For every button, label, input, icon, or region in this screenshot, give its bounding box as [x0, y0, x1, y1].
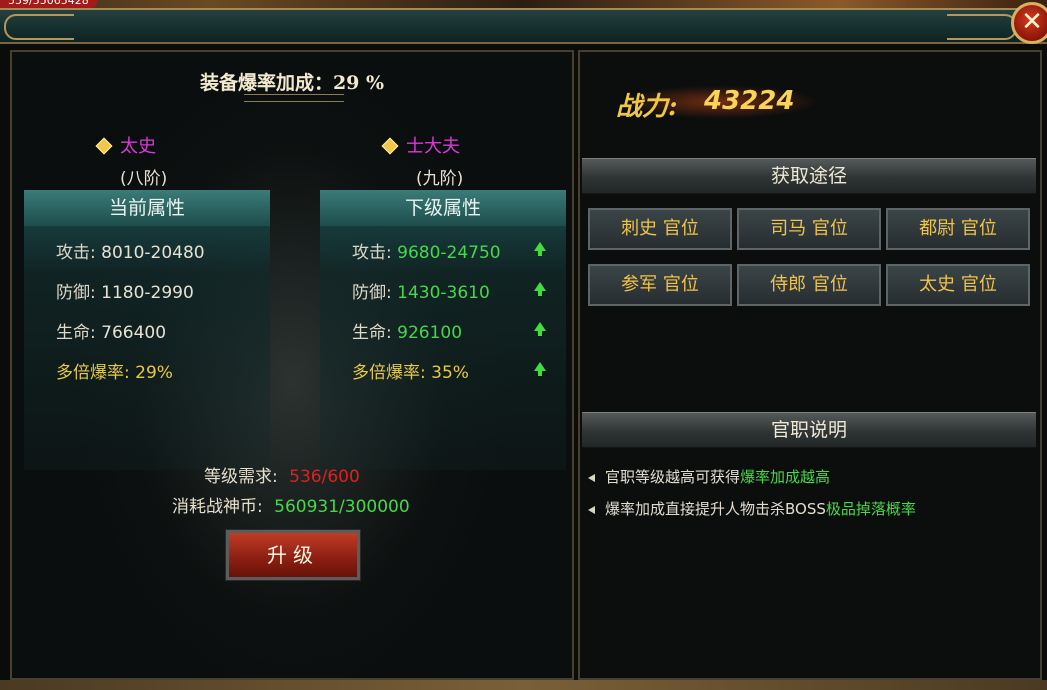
- title-ornament: [244, 94, 344, 102]
- rank-diamond-icon: [381, 137, 399, 155]
- attr-drop-rate: 多倍爆率: 35%: [352, 363, 469, 383]
- top-frame: 559/55065428: [0, 0, 1047, 8]
- source-button-cishi[interactable]: 刺史 官位: [588, 208, 732, 250]
- attr-defense: 防御: 1430-3610: [352, 283, 490, 303]
- source-button-sima[interactable]: 司马 官位: [737, 208, 881, 250]
- combat-power-label: 战力:: [616, 92, 678, 122]
- bullet-arrow-icon: [588, 473, 595, 482]
- next-rank-name: 士大夫: [381, 132, 460, 158]
- note-item: 官职等级越高可获得爆率加成越高: [588, 466, 830, 487]
- combat-power: 战力: 43224: [610, 80, 840, 124]
- attr-drop-rate: 多倍爆率: 29%: [56, 363, 173, 383]
- description-header: 官职说明: [582, 412, 1036, 448]
- next-rank-tier: (九阶): [416, 169, 464, 189]
- corner-ornament-right: [947, 14, 1017, 40]
- source-button-shilang[interactable]: 侍郎 官位: [737, 264, 881, 306]
- close-button[interactable]: ✕: [1011, 2, 1047, 44]
- upgrade-button[interactable]: 升级: [225, 529, 361, 581]
- attr-attack: 攻击: 8010-20480: [56, 243, 205, 263]
- source-button-canjun[interactable]: 参军 官位: [588, 264, 732, 306]
- current-rank-tier: (八阶): [120, 169, 168, 189]
- attr-hp: 生命: 926100: [352, 323, 463, 343]
- rank-panel: 装备爆率加成：29 % 太史 (八阶) 士大夫 (九阶) 当前属性 攻击: 80…: [10, 50, 574, 680]
- source-button-duwei[interactable]: 都尉 官位: [886, 208, 1030, 250]
- corner-ornament-left: [4, 14, 74, 40]
- source-button-taishi[interactable]: 太史 官位: [886, 264, 1030, 306]
- bottom-frame: [0, 680, 1047, 690]
- attr-attack: 攻击: 9680-24750: [352, 243, 501, 263]
- current-attributes-header: 当前属性: [24, 190, 270, 226]
- title-bar: ✕: [0, 2, 1047, 44]
- current-attributes: 当前属性 攻击: 8010-20480 防御: 1180-2990 生命: 76…: [24, 190, 270, 470]
- next-attributes: 下级属性 攻击: 9680-24750 防御: 1430-3610 生命: 92…: [320, 190, 566, 470]
- increase-arrow-icon: [534, 282, 546, 296]
- level-requirement: 等级需求: 536/600: [204, 467, 360, 487]
- note-item: 爆率加成直接提升人物击杀BOSS极品掉落概率: [588, 498, 916, 519]
- next-attributes-header: 下级属性: [320, 190, 566, 226]
- attr-defense: 防御: 1180-2990: [56, 283, 194, 303]
- combat-power-value: 43224: [704, 86, 795, 116]
- increase-arrow-icon: [534, 242, 546, 256]
- bonus-title: 装备爆率加成：29 %: [199, 72, 385, 94]
- coin-cost: 消耗战神币: 560931/300000: [172, 497, 410, 517]
- info-panel: 战力: 43224 获取途径 刺史 官位 司马 官位 都尉 官位 参军 官位 侍…: [578, 50, 1042, 680]
- resource-counter: 559/55065428: [0, 0, 97, 8]
- sources-header: 获取途径: [582, 158, 1036, 194]
- increase-arrow-icon: [534, 322, 546, 336]
- attr-hp: 生命: 766400: [56, 323, 167, 343]
- increase-arrow-icon: [534, 362, 546, 376]
- bullet-arrow-icon: [588, 505, 595, 514]
- current-rank-name: 太史: [95, 132, 156, 158]
- rank-diamond-icon: [95, 137, 113, 155]
